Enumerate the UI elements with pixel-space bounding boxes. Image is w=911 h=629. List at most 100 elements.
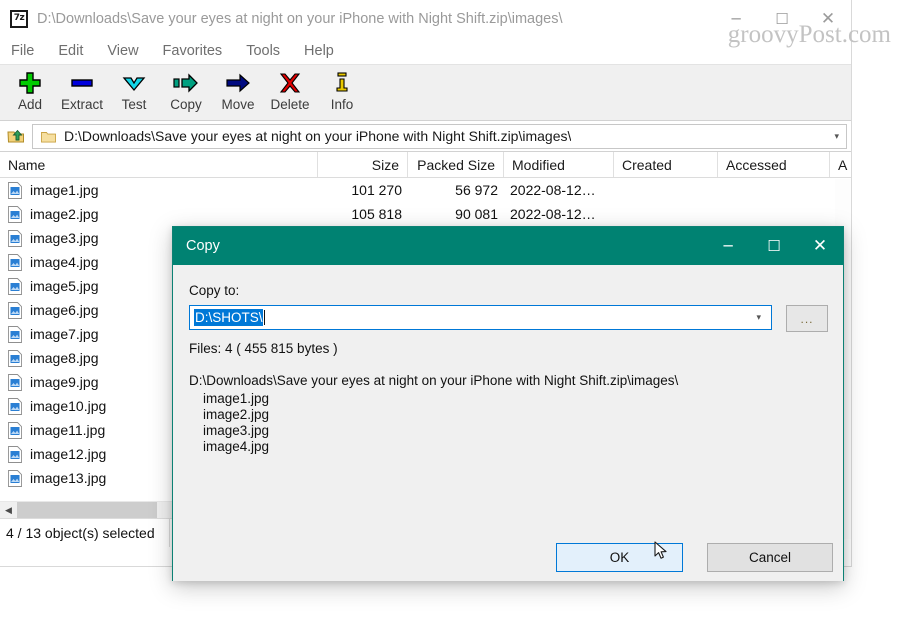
file-size-cell: 101 270 xyxy=(351,182,402,198)
minus-bar-icon xyxy=(67,70,97,96)
table-row[interactable]: image2.jpg 105 818 90 081 2022-08-12… xyxy=(0,202,851,226)
file-name-cell: image1.jpg xyxy=(0,181,318,199)
file-name-text: image12.jpg xyxy=(30,446,107,462)
column-header-accessed[interactable]: Accessed xyxy=(718,152,830,177)
destination-combobox[interactable]: D:\SHOTS\ ▾ xyxy=(189,305,772,330)
column-header-created[interactable]: Created xyxy=(614,152,718,177)
toolbar-button-extract[interactable]: Extract xyxy=(56,68,108,112)
selected-files-list: image1.jpg image2.jpg image3.jpg image4.… xyxy=(189,391,269,455)
toolbar-button-info[interactable]: Info xyxy=(316,68,368,112)
list-item: image1.jpg xyxy=(203,391,270,406)
column-header-size[interactable]: Size xyxy=(318,152,408,177)
chevron-down-icon[interactable]: ▾ xyxy=(834,125,839,148)
move-arrow-icon xyxy=(223,70,253,96)
toolbar-button-test[interactable]: Test xyxy=(108,68,160,112)
copy-arrow-icon xyxy=(171,70,201,96)
files-count-text: Files: 4 ( 455 815 bytes ) xyxy=(189,341,338,356)
jpg-file-icon xyxy=(8,373,22,391)
menu-item-help[interactable]: Help xyxy=(304,43,334,59)
toolbar-label-copy: Copy xyxy=(170,97,202,112)
list-item: image4.jpg xyxy=(203,439,270,454)
toolbar-button-add[interactable]: Add xyxy=(4,68,56,112)
info-i-icon xyxy=(327,70,357,96)
chevron-down-icon xyxy=(119,70,149,96)
menu-item-tools[interactable]: Tools xyxy=(246,43,280,59)
jpg-file-icon xyxy=(8,205,22,223)
toolbar-label-delete: Delete xyxy=(270,97,310,112)
list-item: image3.jpg xyxy=(203,423,270,438)
menu-item-file[interactable]: File xyxy=(11,43,34,59)
jpg-file-icon xyxy=(8,301,22,319)
file-modified-cell: 2022-08-12… xyxy=(510,206,596,222)
jpg-file-icon xyxy=(8,325,22,343)
toolbar-button-copy[interactable]: Copy xyxy=(160,68,212,112)
window-titlebar: D:\Downloads\Save your eyes at night on … xyxy=(0,0,851,38)
file-name-text: image9.jpg xyxy=(30,374,99,390)
file-name-cell: image2.jpg xyxy=(0,205,318,223)
dialog-minimize-icon[interactable]: ─ xyxy=(705,227,751,265)
plus-icon xyxy=(15,70,45,96)
column-header-attributes[interactable]: A xyxy=(830,152,851,177)
chevron-down-icon[interactable]: ▾ xyxy=(756,306,761,329)
file-name-text: image2.jpg xyxy=(30,206,99,222)
column-header-name[interactable]: Name xyxy=(0,152,318,177)
jpg-file-icon xyxy=(8,277,22,295)
copy-dialog-title: Copy xyxy=(186,238,220,254)
file-packed-cell: 56 972 xyxy=(455,182,498,198)
file-name-text: image10.jpg xyxy=(30,398,107,414)
browse-button[interactable]: ... xyxy=(786,305,828,332)
file-packed-cell: 90 081 xyxy=(455,206,498,222)
toolbar-label-test: Test xyxy=(121,97,147,112)
file-name-text: image8.jpg xyxy=(30,350,99,366)
screen-root: D:\Downloads\Save your eyes at night on … xyxy=(0,0,911,629)
source-path-text: D:\Downloads\Save your eyes at night on … xyxy=(189,373,679,388)
destination-input-value[interactable]: D:\SHOTS\ xyxy=(194,309,263,326)
folder-up-icon[interactable] xyxy=(0,122,32,151)
file-name-text: image6.jpg xyxy=(30,302,99,318)
jpg-file-icon xyxy=(8,445,22,463)
toolbar-label-info: Info xyxy=(330,97,354,112)
copy-to-label: Copy to: xyxy=(189,283,240,298)
file-name-text: image1.jpg xyxy=(30,182,99,198)
menu-item-view[interactable]: View xyxy=(107,43,138,59)
horizontal-scrollbar-thumb[interactable] xyxy=(17,501,157,518)
table-row[interactable]: image1.jpg 101 270 56 972 2022-08-12… xyxy=(0,178,851,202)
toolbar-label-extract: Extract xyxy=(60,97,103,112)
menu-bar: File Edit View Favorites Tools Help xyxy=(0,38,851,65)
window-title: D:\Downloads\Save your eyes at night on … xyxy=(37,11,563,27)
copy-dialog-window-controls: ─ ☐ ✕ xyxy=(705,227,843,265)
copy-dialog-titlebar: Copy ─ ☐ ✕ xyxy=(173,227,843,265)
jpg-file-icon xyxy=(8,229,22,247)
watermark-text: groovyPost.com xyxy=(727,21,891,48)
copy-dialog: Copy ─ ☐ ✕ Copy to: D:\SHOTS\ ▾ ... File… xyxy=(172,226,844,581)
filelist-column-headers: Name Size Packed Size Modified Created A… xyxy=(0,152,851,178)
column-header-modified[interactable]: Modified xyxy=(504,152,614,177)
column-header-packed-size[interactable]: Packed Size xyxy=(408,152,504,177)
cancel-button[interactable]: Cancel xyxy=(707,543,833,572)
toolbar-label-add: Add xyxy=(17,97,43,112)
menu-item-edit[interactable]: Edit xyxy=(58,43,83,59)
chevron-left-icon[interactable]: ◀ xyxy=(0,502,17,519)
copy-dialog-body: Copy to: D:\SHOTS\ ▾ ... Files: 4 ( 455 … xyxy=(173,265,843,581)
file-name-text: image7.jpg xyxy=(30,326,99,342)
jpg-file-icon xyxy=(8,349,22,367)
ok-button[interactable]: OK xyxy=(556,543,683,572)
menu-item-favorites[interactable]: Favorites xyxy=(163,43,223,59)
file-name-text: image11.jpg xyxy=(30,422,106,438)
address-combobox[interactable]: D:\Downloads\Save your eyes at night on … xyxy=(32,123,847,149)
file-name-text: image3.jpg xyxy=(30,230,99,246)
toolbar-button-move[interactable]: Move xyxy=(212,68,264,112)
dialog-maximize-icon[interactable]: ☐ xyxy=(751,227,797,265)
toolbar: Add Extract Test Copy Move Delete Info xyxy=(0,65,851,121)
list-item: image2.jpg xyxy=(203,407,270,422)
toolbar-button-delete[interactable]: Delete xyxy=(264,68,316,112)
x-cross-icon xyxy=(275,70,305,96)
jpg-file-icon xyxy=(8,253,22,271)
address-path-text: D:\Downloads\Save your eyes at night on … xyxy=(64,128,572,144)
file-name-text: image13.jpg xyxy=(30,470,107,486)
file-name-text: image4.jpg xyxy=(30,254,99,270)
dialog-close-icon[interactable]: ✕ xyxy=(797,227,843,265)
text-caret xyxy=(263,310,265,325)
jpg-file-icon xyxy=(8,469,22,487)
7z-app-icon xyxy=(10,10,28,28)
